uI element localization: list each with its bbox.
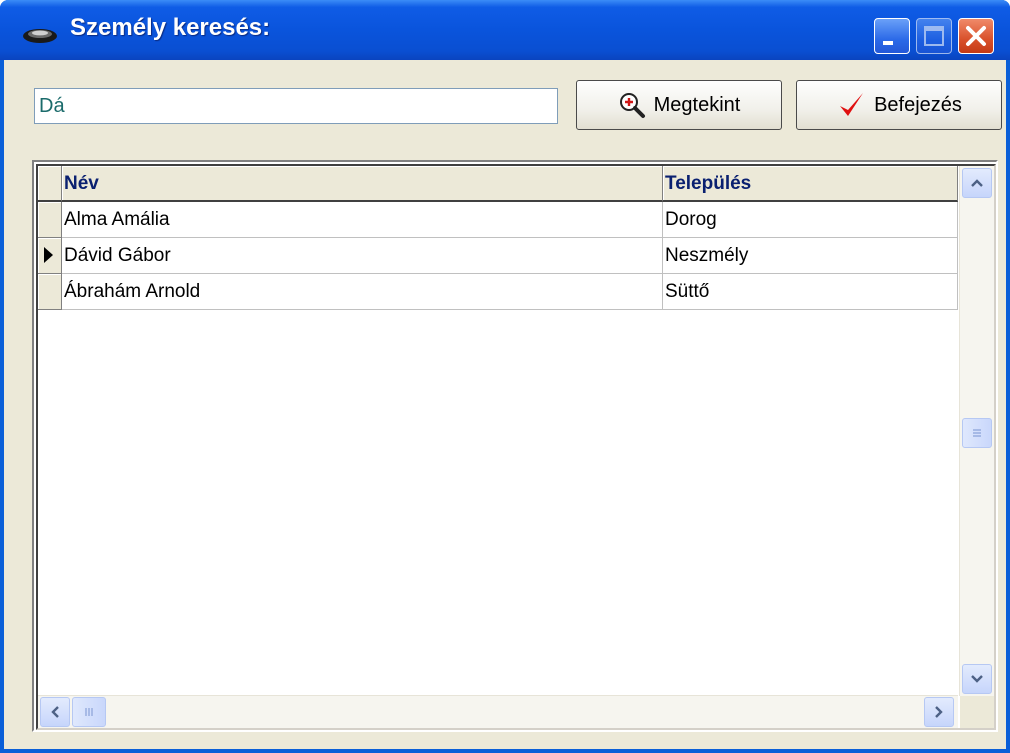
grip-icon: [973, 429, 981, 437]
horizontal-scrollbar[interactable]: [38, 695, 958, 728]
row-indicator[interactable]: [38, 202, 62, 238]
cell-town[interactable]: Süttő: [663, 274, 958, 310]
minimize-button[interactable]: [874, 18, 910, 54]
maximize-icon: [924, 26, 944, 46]
grid-header-row: Név Település: [38, 166, 958, 202]
close-icon: [966, 26, 986, 46]
vertical-scrollbar[interactable]: [959, 166, 994, 696]
checkmark-icon: [840, 93, 864, 116]
table-row[interactable]: Ábrahám Arnold Süttő: [38, 274, 958, 310]
search-window: Személy keresés: Megtekint Befejezés: [0, 0, 1010, 753]
view-button-label: Megtekint: [653, 93, 741, 116]
cell-town[interactable]: Dorog: [663, 202, 958, 238]
cell-name[interactable]: Dávid Gábor: [62, 238, 663, 274]
cell-name[interactable]: Alma Amália: [62, 202, 663, 238]
maximize-button[interactable]: [916, 18, 952, 54]
header-corner: [38, 166, 62, 202]
scroll-up-button[interactable]: [962, 168, 992, 198]
search-input[interactable]: [34, 88, 558, 124]
current-row-arrow-icon: [44, 247, 53, 263]
chevron-down-icon: [971, 675, 983, 683]
row-indicator-current[interactable]: [38, 238, 62, 274]
close-button[interactable]: [958, 18, 994, 54]
column-header-name[interactable]: Név: [62, 166, 663, 202]
scrollbar-corner: [960, 696, 994, 728]
dish-icon: [23, 29, 57, 43]
vertical-scroll-thumb[interactable]: [962, 418, 992, 448]
title-bar[interactable]: Személy keresés:: [0, 0, 1010, 60]
finish-button-label: Befejezés: [874, 93, 962, 116]
window-client-area: Megtekint Befejezés Név Település Alma A…: [4, 60, 1006, 749]
cell-name[interactable]: Ábrahám Arnold: [62, 274, 663, 310]
chevron-up-icon: [971, 179, 983, 187]
table-row-selected[interactable]: Dávid Gábor Neszmély: [38, 238, 958, 274]
finish-button[interactable]: Befejezés: [796, 80, 1002, 130]
chevron-right-icon: [935, 706, 943, 718]
table-row[interactable]: Alma Amália Dorog: [38, 202, 958, 238]
scroll-right-button[interactable]: [924, 697, 954, 727]
scroll-left-button[interactable]: [40, 697, 70, 727]
scroll-down-button[interactable]: [962, 664, 992, 694]
grip-icon: [85, 708, 93, 716]
row-indicator[interactable]: [38, 274, 62, 310]
magnifier-plus-icon: [619, 93, 645, 118]
view-button[interactable]: Megtekint: [576, 80, 782, 130]
chevron-left-icon: [51, 706, 59, 718]
horizontal-scroll-thumb[interactable]: [72, 697, 106, 727]
grid-body: Név Település Alma Amália Dorog Dávid Gá…: [36, 164, 996, 730]
cell-town[interactable]: Neszmély: [663, 238, 958, 274]
column-header-town[interactable]: Település: [663, 166, 958, 202]
window-title: Személy keresés:: [70, 14, 271, 41]
minimize-icon: [883, 41, 893, 45]
results-grid[interactable]: Név Település Alma Amália Dorog Dávid Gá…: [32, 160, 998, 732]
